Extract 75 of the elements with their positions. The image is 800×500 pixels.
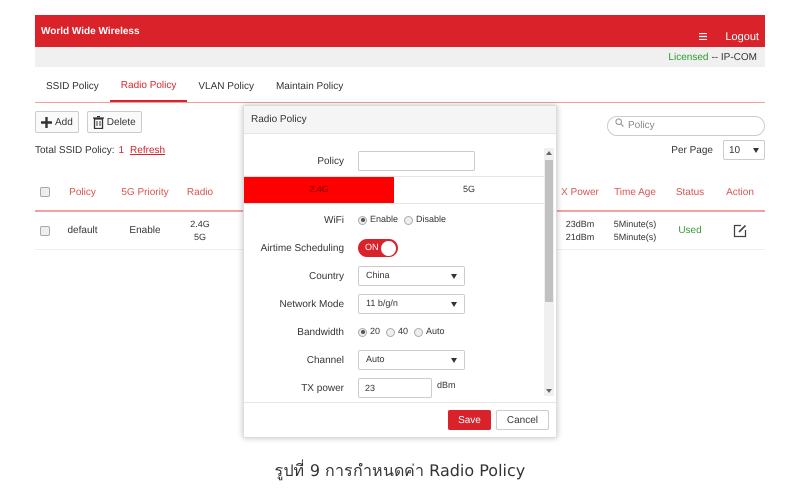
table-cell-text: default <box>66 224 99 238</box>
figure-caption: รูปที่ 9 การกำหนดค่า Radio Policy <box>274 459 526 482</box>
field-label: Policy <box>316 154 344 169</box>
input-field[interactable]: 23 <box>358 378 432 398</box>
license-vendor: -- IP-COM <box>711 50 757 64</box>
tab[interactable]: Radio Policy <box>110 70 188 102</box>
radio-label: Enable <box>370 213 398 226</box>
total-label: Total SSID Policy: <box>35 144 114 158</box>
toggle-switch[interactable]: ON <box>358 239 398 258</box>
field-label: Channel <box>306 354 344 368</box>
per-page-label: Per Page <box>671 144 713 158</box>
column-header: Action <box>725 186 755 200</box>
menu-icon[interactable] <box>699 33 708 40</box>
add-button[interactable]: Add <box>35 111 79 133</box>
radio-button[interactable] <box>414 328 424 337</box>
column-header: Time Age <box>613 186 657 200</box>
caret-icon <box>451 358 457 363</box>
field-label: Airtime Scheduling <box>260 242 344 256</box>
table-cell: 5G <box>194 230 206 244</box>
save-button[interactable]: Save <box>448 410 491 430</box>
field-label: WiFi <box>323 214 344 228</box>
radio-label: 40 <box>398 325 408 338</box>
trash-icon <box>92 116 104 128</box>
column-header: Status <box>674 186 706 200</box>
search-icon <box>615 118 624 126</box>
table-cell: 21dBm <box>566 230 594 244</box>
select-field[interactable]: China <box>358 266 465 286</box>
cancel-button[interactable]: Cancel <box>496 410 549 430</box>
caret-icon <box>451 274 457 279</box>
plus-icon <box>41 116 52 128</box>
unit-label: dBm <box>437 379 456 392</box>
table-cell-text: Enable <box>128 224 162 238</box>
caret-icon <box>753 148 759 152</box>
policy-input[interactable] <box>358 151 475 172</box>
radio-button[interactable] <box>404 216 414 225</box>
license-status: Licensed <box>668 50 708 64</box>
scroll-up-arrow-icon[interactable] <box>546 151 552 156</box>
tab[interactable]: VLAN Policy <box>187 70 265 102</box>
field-label: TX power <box>300 382 344 396</box>
caret-icon <box>451 302 457 307</box>
column-header: Policy <box>68 186 97 200</box>
per-page-select[interactable]: 10 <box>723 140 765 160</box>
radio-button[interactable] <box>386 328 396 337</box>
scrollbar[interactable] <box>544 148 554 396</box>
total-count: 1 <box>118 144 124 158</box>
brand-title: World Wide Wireless <box>41 25 140 39</box>
field-label: Country <box>308 270 344 284</box>
search-field[interactable]: Policy <box>607 116 765 136</box>
dialog-title: Radio Policy <box>251 113 307 128</box>
field-label: Bandwidth <box>296 326 344 340</box>
checkbox[interactable] <box>40 226 50 236</box>
radio-button[interactable] <box>358 328 367 337</box>
select-field[interactable]: Auto <box>358 350 465 370</box>
edit-icon[interactable] <box>733 224 747 238</box>
table-cell: 5Minute(s) <box>614 218 656 230</box>
table-cell: 23dBm <box>566 218 594 230</box>
radio-label: 20 <box>370 325 380 338</box>
radio-label: Disable <box>416 213 446 226</box>
column-header: Radio <box>186 186 214 200</box>
tab[interactable]: SSID Policy <box>35 70 110 102</box>
select-field[interactable]: 11 b/g/n <box>358 294 465 314</box>
radio-label: Auto <box>426 325 445 338</box>
table-cell: 2.4G <box>190 218 210 230</box>
delete-button[interactable]: Delete <box>86 111 142 133</box>
logout-link[interactable]: Logout <box>725 28 759 45</box>
field-label: Network Mode <box>278 298 344 312</box>
table-cell: 5Minute(s) <box>614 230 656 244</box>
status-text: Used <box>678 224 702 238</box>
column-header: 5G Priority <box>120 186 170 200</box>
column-header: X Power <box>560 186 600 200</box>
refresh-link[interactable]: Refresh <box>130 142 166 158</box>
radio-button[interactable] <box>358 216 367 225</box>
checkbox[interactable] <box>40 187 50 197</box>
scroll-down-arrow-icon[interactable] <box>546 389 552 394</box>
tab[interactable]: Maintain Policy <box>264 70 354 102</box>
